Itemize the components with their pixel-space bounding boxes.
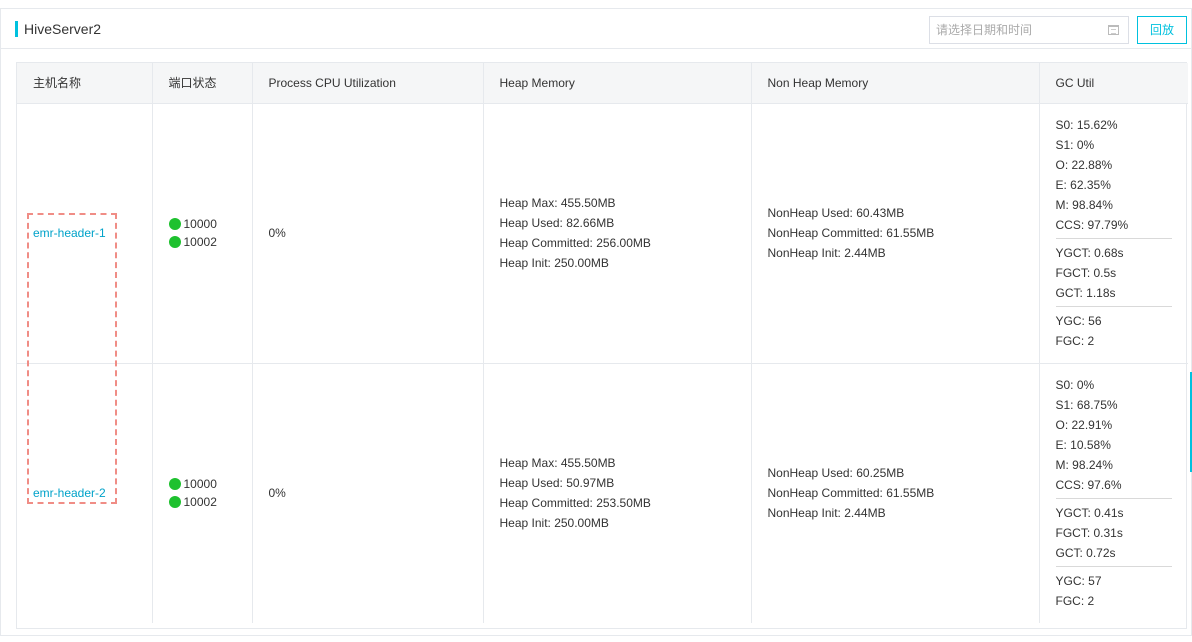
heap-max: Heap Max: 455.50MB <box>499 456 616 471</box>
heap-cell: Heap Max: 455.50MB Heap Used: 50.97MB He… <box>483 363 752 623</box>
port-status-cell: 10000 10002 <box>152 103 253 364</box>
port-status: 10000 <box>168 475 252 493</box>
gc-m: M: 98.84% <box>1055 198 1113 212</box>
heap-committed: Heap Committed: 253.50MB <box>499 496 651 511</box>
port-status-cell: 10000 10002 <box>152 363 253 623</box>
nonheap-used: NonHeap Used: 60.25MB <box>767 466 905 481</box>
table-header-row: 主机名称 端口状态 Process CPU Utilization Heap M… <box>17 63 1188 104</box>
header-port-status: 端口状态 <box>152 63 253 104</box>
port-status: 10002 <box>168 493 252 511</box>
cpu-cell: 0% <box>252 103 484 364</box>
heap-max: Heap Max: 455.50MB <box>499 196 616 210</box>
status-ok-icon <box>168 236 181 248</box>
gc-ygct: YGCT: 0.41s <box>1055 506 1124 521</box>
divider <box>1055 566 1172 568</box>
datetime-input[interactable] <box>930 17 1100 43</box>
header-heap: Heap Memory <box>483 63 752 104</box>
gc-ccs: CCS: 97.79% <box>1055 218 1129 232</box>
gc-o: O: 22.88% <box>1055 158 1113 172</box>
gc-util-cell: S0: 0% S1: 68.75% O: 22.91% E: 10.58% M:… <box>1039 363 1188 623</box>
host-link[interactable]: emr-header-1 <box>33 226 106 240</box>
gc-util-cell: S0: 15.62% S1: 0% O: 22.88% E: 62.35% M:… <box>1039 103 1188 364</box>
gc-util-group: S0: 0% S1: 68.75% O: 22.91% E: 10.58% M:… <box>1056 375 1173 495</box>
heap-used: Heap Used: 50.97MB <box>499 476 615 491</box>
gc-ygct: YGCT: 0.68s <box>1055 246 1124 260</box>
status-ok-icon <box>168 496 181 509</box>
gc-e: E: 10.58% <box>1055 438 1111 453</box>
gc-count-group: YGC: 56 FGC: 2 <box>1056 311 1173 351</box>
gc-ccs: CCS: 97.6% <box>1055 478 1122 493</box>
header-hostname: 主机名称 <box>17 63 153 104</box>
hostname-cell: emr-header-2 <box>17 363 153 623</box>
gc-fgc: FGC: 2 <box>1055 594 1095 609</box>
cpu-cell: 0% <box>252 363 484 623</box>
port-number: 10000 <box>183 477 217 492</box>
title-accent-bar <box>15 21 18 37</box>
port-status: 10002 <box>168 233 252 251</box>
heap-cell: Heap Max: 455.50MB Heap Used: 82.66MB He… <box>483 103 752 364</box>
gc-s1: S1: 0% <box>1055 138 1095 152</box>
divider <box>1055 498 1172 500</box>
port-number: 10002 <box>183 495 217 510</box>
gc-s1: S1: 68.75% <box>1055 398 1118 413</box>
heap-used: Heap Used: 82.66MB <box>499 216 615 230</box>
status-ok-icon <box>168 478 181 491</box>
gc-e: E: 62.35% <box>1055 178 1111 192</box>
gc-util-group: S0: 15.62% S1: 0% O: 22.88% E: 62.35% M:… <box>1056 115 1173 235</box>
nonheap-committed: NonHeap Committed: 61.55MB <box>767 486 935 501</box>
gc-s0: S0: 15.62% <box>1055 118 1118 132</box>
gc-s0: S0: 0% <box>1055 378 1095 393</box>
gc-fgc: FGC: 2 <box>1055 334 1095 348</box>
gc-gct: GCT: 0.72s <box>1055 546 1116 561</box>
gc-ygc: YGC: 56 <box>1055 314 1102 328</box>
nonheap-init: NonHeap Init: 2.44MB <box>767 506 886 521</box>
table-row: emr-header-1 10000 10002 0% Heap Max: 45… <box>17 103 1188 364</box>
gc-ygc: YGC: 57 <box>1055 574 1102 589</box>
nonheap-used: NonHeap Used: 60.43MB <box>767 206 905 220</box>
header-gc-util: GC Util <box>1039 63 1188 104</box>
header-nonheap: Non Heap Memory <box>751 63 1040 104</box>
nonheap-committed: NonHeap Committed: 61.55MB <box>767 226 935 240</box>
header-cpu: Process CPU Utilization <box>252 63 484 104</box>
gc-time-group: YGCT: 0.41s FGCT: 0.31s GCT: 0.72s <box>1056 503 1173 563</box>
gc-m: M: 98.24% <box>1055 458 1113 473</box>
heap-committed: Heap Committed: 256.00MB <box>499 236 651 250</box>
port-number: 10000 <box>183 217 217 231</box>
panel-title: HiveServer2 <box>24 21 102 37</box>
status-ok-icon <box>168 218 181 230</box>
datetime-picker[interactable] <box>929 16 1129 44</box>
hostname-cell: emr-header-1 <box>17 103 153 364</box>
calendar-icon[interactable] <box>1108 25 1119 35</box>
heap-init: Heap Init: 250.00MB <box>499 516 609 531</box>
port-number: 10002 <box>183 235 217 249</box>
table-row: emr-header-2 10000 10002 0% Heap Max: 45… <box>17 363 1188 623</box>
divider <box>1055 306 1172 307</box>
port-status: 10000 <box>168 215 252 233</box>
nonheap-init: NonHeap Init: 2.44MB <box>767 246 886 260</box>
gc-gct: GCT: 1.18s <box>1055 286 1116 300</box>
gc-fgct: FGCT: 0.31s <box>1055 526 1123 541</box>
heap-init: Heap Init: 250.00MB <box>499 256 609 270</box>
nonheap-cell: NonHeap Used: 60.25MB NonHeap Committed:… <box>751 363 1040 623</box>
panel-header: HiveServer2 回放 <box>1 9 1191 49</box>
divider <box>1055 238 1172 239</box>
host-metrics-table: 主机名称 端口状态 Process CPU Utilization Heap M… <box>16 62 1188 629</box>
gc-time-group: YGCT: 0.68s FGCT: 0.5s GCT: 1.18s <box>1056 243 1173 303</box>
replay-button[interactable]: 回放 <box>1137 16 1187 44</box>
gc-o: O: 22.91% <box>1055 418 1113 433</box>
gc-count-group: YGC: 57 FGC: 2 <box>1056 571 1173 611</box>
host-link[interactable]: emr-header-2 <box>33 486 106 500</box>
gc-fgct: FGCT: 0.5s <box>1055 266 1117 280</box>
nonheap-cell: NonHeap Used: 60.43MB NonHeap Committed:… <box>751 103 1040 364</box>
hiveserver2-panel: HiveServer2 回放 主机名称 端口状态 Process CPU Uti… <box>0 8 1192 636</box>
